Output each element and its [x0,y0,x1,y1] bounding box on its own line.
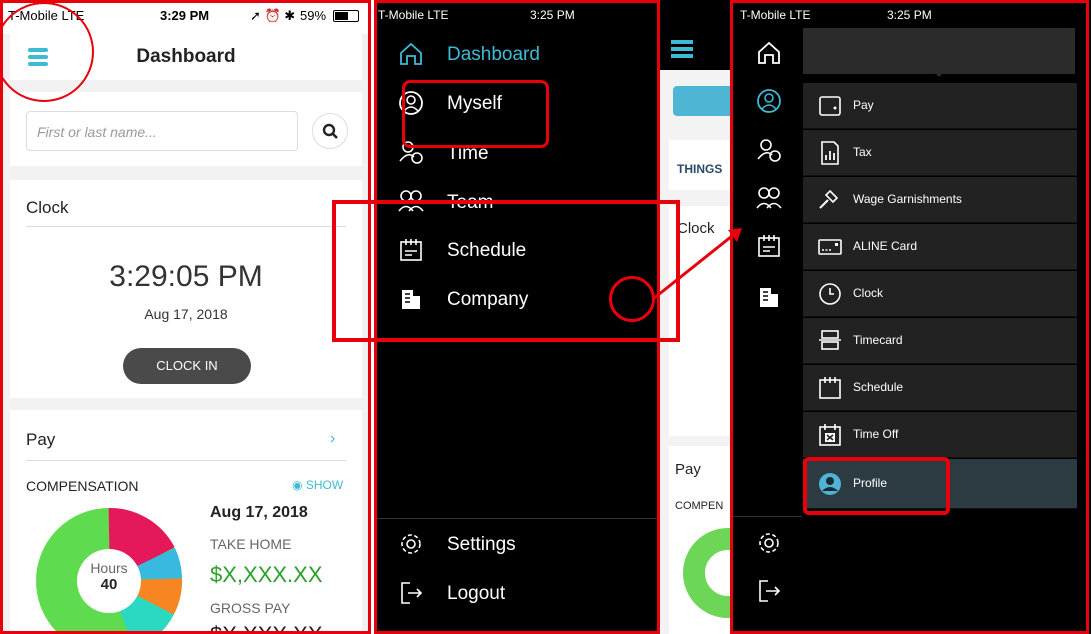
peek-button [673,86,732,116]
arrow-annotation-icon [652,228,742,301]
peek-pay-label: Pay [675,461,701,478]
highlight-box-profile [803,457,950,515]
highlight-box-myself [402,80,549,148]
panel-frame [730,0,1089,634]
hamburger-menu-icon[interactable] [671,40,693,58]
highlight-circle [609,276,655,322]
peek-status [659,0,732,70]
peek-things-label: THINGS [677,162,723,176]
panel-frame [0,0,371,634]
peek-compensation-label: COMPEN [675,500,724,512]
